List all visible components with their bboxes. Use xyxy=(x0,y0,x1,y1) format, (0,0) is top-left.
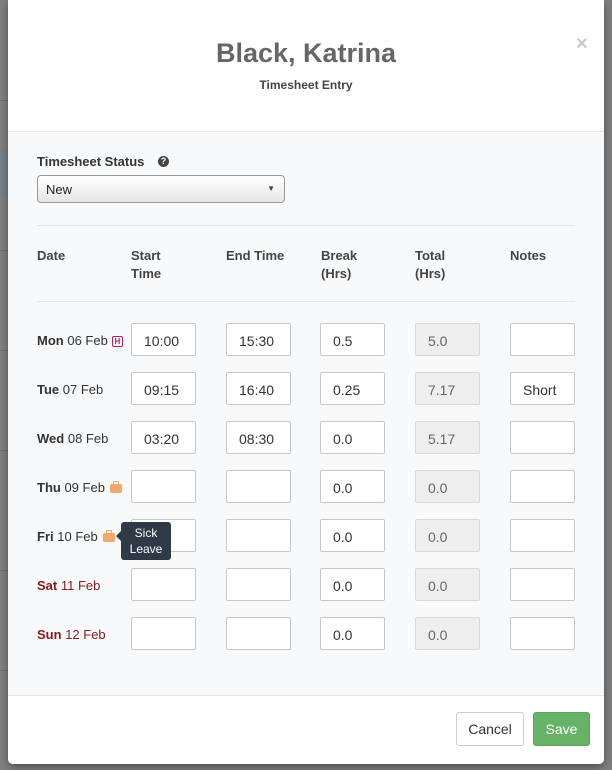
tooltip-line: Sick xyxy=(134,526,158,540)
column-header-notes: Notes xyxy=(510,248,547,263)
chevron-down-icon: ▼ xyxy=(267,184,275,193)
date: 09 Feb xyxy=(64,480,105,495)
notes-input[interactable] xyxy=(510,568,575,601)
weekday: Mon xyxy=(37,333,64,348)
day-label: Sat 11 Feb xyxy=(37,578,100,593)
modal-footer: Cancel Save xyxy=(8,695,604,764)
weekday: Sat xyxy=(37,578,58,593)
notes-input[interactable] xyxy=(510,323,575,356)
background-divider xyxy=(0,450,8,451)
total-hours: 5.0 xyxy=(415,323,480,356)
day-label: Fri 10 Feb xyxy=(37,529,115,544)
modal-header: Black, Katrina Timesheet Entry × xyxy=(8,0,604,132)
total-hours: 5.17 xyxy=(415,421,480,454)
notes-input[interactable] xyxy=(510,617,575,650)
date: 10 Feb xyxy=(57,529,98,544)
column-header-end-time: End Time xyxy=(226,248,285,263)
timesheet-row-wed: Wed 08 Feb 03:20 08:30 0.0 5.17 xyxy=(8,421,604,470)
notes-input[interactable] xyxy=(510,470,575,503)
start-time-input[interactable] xyxy=(131,617,196,650)
weekday: Thu xyxy=(37,480,61,495)
start-time-input[interactable]: 10:00 xyxy=(131,323,196,356)
break-input[interactable]: 0.0 xyxy=(320,519,385,552)
background-divider xyxy=(0,100,8,101)
timesheet-status-label: Timesheet Status xyxy=(37,154,145,169)
section-divider xyxy=(37,225,575,226)
day-label: Wed 08 Feb xyxy=(37,431,108,446)
end-time-input[interactable] xyxy=(226,617,291,650)
timesheet-row-fri: Fri 10 Feb 0.0 0.0 xyxy=(8,519,604,568)
cancel-button[interactable]: Cancel xyxy=(456,712,524,746)
background-band xyxy=(0,150,8,196)
timesheet-row-sat: Sat 11 Feb 0.0 0.0 xyxy=(8,568,604,617)
end-time-input[interactable]: 16:40 xyxy=(226,372,291,405)
tooltip-line: Leave xyxy=(129,542,163,556)
end-time-input[interactable]: 08:30 xyxy=(226,421,291,454)
break-input[interactable]: 0.0 xyxy=(320,421,385,454)
weekday: Tue xyxy=(37,382,60,397)
timesheet-row-sun: Sun 12 Feb 0.0 0.0 xyxy=(8,617,604,666)
start-time-input[interactable]: 03:20 xyxy=(131,421,196,454)
start-time-input[interactable]: 09:15 xyxy=(131,372,196,405)
day-label: Tue 07 Feb xyxy=(37,382,103,397)
break-input[interactable]: 0.0 xyxy=(320,617,385,650)
column-header-break: Break (Hrs) xyxy=(321,248,358,281)
end-time-input[interactable] xyxy=(226,470,291,503)
modal-body: Timesheet Status ? New ▼ Date Start Time… xyxy=(8,132,604,695)
end-time-input[interactable] xyxy=(226,568,291,601)
timesheet-status-select[interactable]: New ▼ xyxy=(37,175,285,203)
notes-input[interactable]: Short xyxy=(510,372,575,405)
date: 06 Feb xyxy=(67,333,108,348)
header-divider xyxy=(37,301,575,302)
timesheet-row-mon: Mon 06 Feb H 10:00 15:30 0.5 5.0 xyxy=(8,323,604,372)
timesheet-modal: Black, Katrina Timesheet Entry × Timeshe… xyxy=(8,0,604,764)
weekday: Sun xyxy=(37,627,62,642)
weekday: Fri xyxy=(37,529,54,544)
end-time-input[interactable]: 15:30 xyxy=(226,323,291,356)
timesheet-row-tue: Tue 07 Feb 09:15 16:40 0.25 7.17 Short xyxy=(8,372,604,421)
background-divider xyxy=(0,670,8,671)
date: 08 Feb xyxy=(67,431,109,446)
day-label: Sun 12 Feb xyxy=(37,627,106,642)
date: 07 Feb xyxy=(62,382,104,397)
help-icon[interactable]: ? xyxy=(158,156,169,167)
start-time-input[interactable] xyxy=(131,568,196,601)
column-header-date: Date xyxy=(37,248,66,263)
start-time-input[interactable] xyxy=(131,470,196,503)
close-icon[interactable]: × xyxy=(576,34,588,54)
date: 12 Feb xyxy=(65,627,106,642)
break-input[interactable]: 0.0 xyxy=(320,568,385,601)
break-input[interactable]: 0.5 xyxy=(320,323,385,356)
notes-input[interactable] xyxy=(510,421,575,454)
break-input[interactable]: 0.0 xyxy=(320,470,385,503)
total-hours: 0.0 xyxy=(415,470,480,503)
notes-input[interactable] xyxy=(510,519,575,552)
save-button[interactable]: Save xyxy=(533,712,590,746)
day-label: Mon 06 Feb H xyxy=(37,333,123,348)
total-hours: 0.0 xyxy=(415,568,480,601)
sick-leave-tooltip: Sick Leave xyxy=(116,522,171,560)
timesheet-row-thu: Thu 09 Feb 0.0 0.0 xyxy=(8,470,604,519)
column-header-start-time: Start Time xyxy=(131,248,162,281)
date: 11 Feb xyxy=(60,578,101,593)
leave-bag-icon[interactable] xyxy=(109,481,122,493)
total-hours: 0.0 xyxy=(415,519,480,552)
total-hours: 7.17 xyxy=(415,372,480,405)
column-header-total: Total (Hrs) xyxy=(415,248,446,281)
background-divider xyxy=(0,250,8,251)
weekday: Wed xyxy=(37,431,65,446)
break-input[interactable]: 0.25 xyxy=(320,372,385,405)
end-time-input[interactable] xyxy=(226,519,291,552)
employee-name-title: Black, Katrina xyxy=(215,38,397,68)
holiday-icon: H xyxy=(111,336,123,347)
background-divider xyxy=(0,570,8,571)
status-select-value: New xyxy=(46,182,73,197)
background-divider xyxy=(0,350,8,351)
total-hours: 0.0 xyxy=(415,617,480,650)
leave-bag-icon[interactable] xyxy=(102,530,115,542)
modal-subtitle: Timesheet Entry xyxy=(259,78,353,92)
day-label: Thu 09 Feb xyxy=(37,480,122,495)
